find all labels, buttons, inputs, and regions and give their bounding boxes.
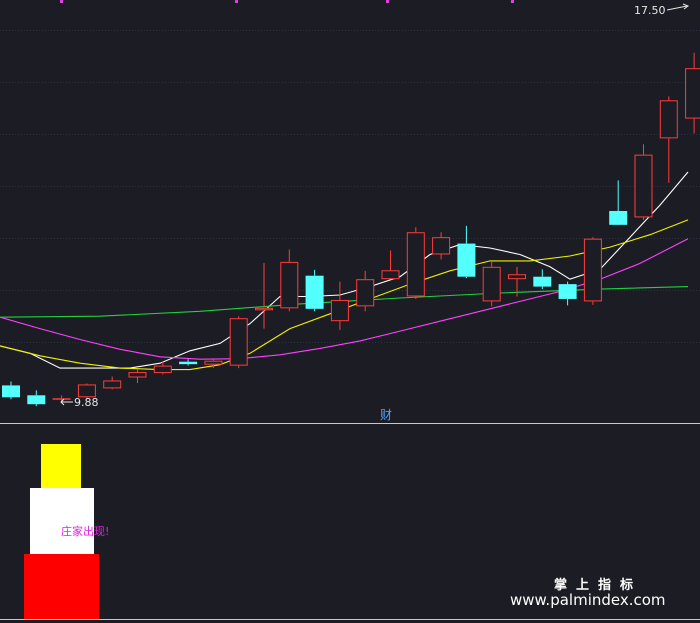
finance-icon-label[interactable]: 财: [380, 408, 392, 422]
candle-body: [330, 299, 349, 322]
candlestick-chart: 17.50 9.88 财 庄家出现! 掌上指标 www.palmindex.co…: [0, 0, 700, 620]
chart-stage: 17.50 9.88 财 庄家出现! 掌上指标 www.palmindex.co…: [0, 0, 700, 623]
candle-4: [103, 376, 122, 390]
candle-21: [533, 269, 552, 290]
indicator-bar-white: [30, 488, 94, 556]
candle-body: [457, 243, 476, 277]
candle-body: [558, 284, 577, 299]
candle-body: [103, 380, 122, 389]
max-price-marker: 17.50: [634, 3, 690, 17]
candle-7: [179, 359, 198, 366]
candle-body: [204, 360, 223, 365]
top-marker-1: [235, 0, 238, 3]
indicator-bar-yellow: [41, 444, 81, 490]
candle-body: [381, 270, 400, 280]
max-price-arrow: [666, 5, 688, 11]
candle-body: [508, 274, 526, 280]
candle-25: [634, 144, 653, 220]
candle-17: [432, 232, 451, 260]
candle-body: [255, 307, 273, 311]
candle-19: [482, 261, 501, 307]
indicator-bar-red: [24, 554, 99, 619]
candle-0: [2, 381, 20, 400]
candle-11: [280, 249, 299, 312]
min-price-marker: 9.88: [60, 396, 99, 409]
candle-body: [52, 398, 71, 400]
candle-9: [229, 316, 248, 369]
candle-5: [128, 369, 147, 383]
candle-body: [128, 372, 147, 378]
top-markers: [60, 0, 514, 3]
candle-body: [406, 232, 425, 297]
candle-body: [77, 384, 96, 398]
candle-body: [659, 100, 678, 139]
candle-body: [179, 361, 198, 365]
min-price-label: 9.88: [74, 396, 99, 409]
candle-27: [685, 52, 700, 134]
candle-2: [52, 395, 71, 402]
candle-body: [533, 276, 552, 287]
dealer-signal-text: 庄家出现!: [61, 524, 109, 538]
candle-12: [305, 269, 324, 312]
candle-body: [609, 210, 628, 225]
candle-13: [330, 281, 349, 331]
candle-body: [280, 261, 299, 309]
candle-body: [432, 237, 451, 255]
candle-1: [27, 390, 46, 407]
watermark-url: www.palmindex.com: [510, 591, 666, 609]
candle-body: [634, 154, 653, 218]
candle-body: [583, 238, 602, 302]
candle-14: [356, 270, 375, 312]
top-marker-3: [511, 0, 514, 3]
candle-22: [558, 281, 577, 306]
candle-23: [583, 237, 602, 305]
candle-16: [406, 227, 425, 299]
candles: [2, 52, 700, 407]
candle-body: [27, 395, 46, 405]
top-marker-0: [60, 0, 63, 3]
candle-15: [381, 250, 400, 280]
watermark: 掌上指标 www.palmindex.com: [510, 577, 666, 609]
candle-body: [153, 365, 172, 374]
candle-body: [482, 266, 501, 302]
candle-10: [255, 262, 273, 329]
candle-body: [229, 318, 248, 366]
candle-24: [609, 180, 628, 225]
max-price-label: 17.50: [634, 4, 666, 17]
candle-26: [659, 96, 678, 183]
candle-body: [305, 275, 324, 309]
candle-body: [685, 68, 700, 119]
candle-18: [457, 225, 476, 279]
top-marker-2: [386, 0, 389, 3]
indicator-panel: 庄家出现!: [24, 444, 109, 619]
candle-body: [356, 279, 375, 307]
candle-body: [2, 385, 20, 398]
